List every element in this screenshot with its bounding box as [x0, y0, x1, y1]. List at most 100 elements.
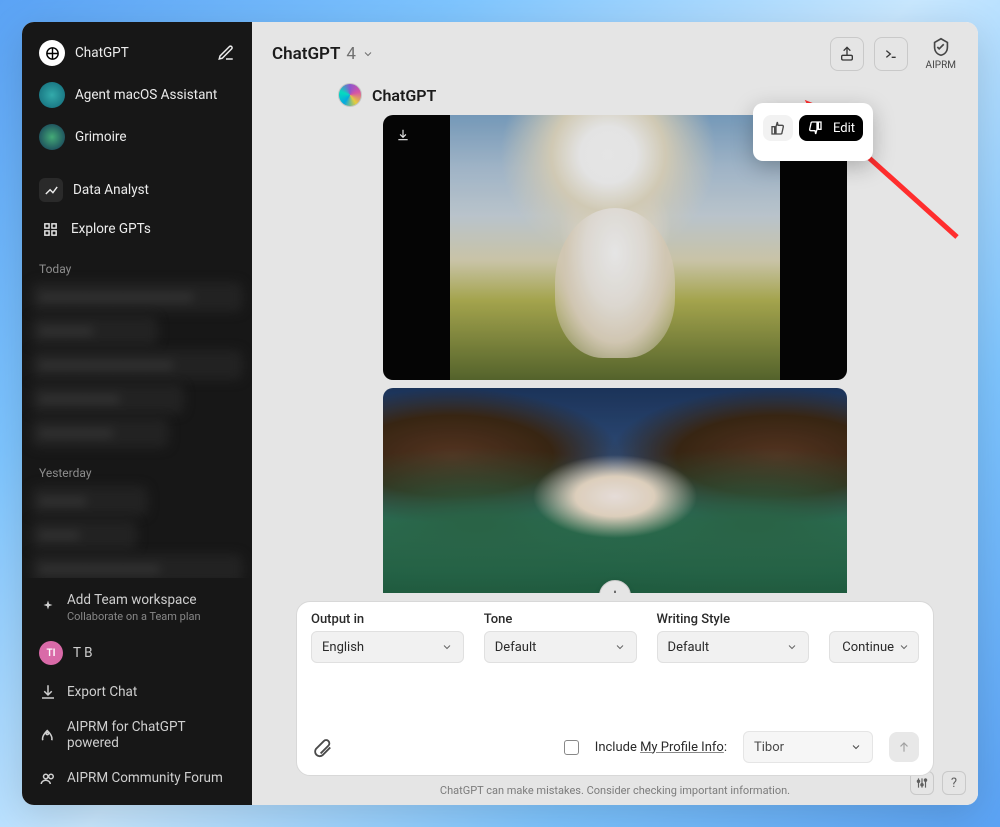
aiprm-label: AIPRM	[926, 60, 956, 71]
aiprm-powered-label: AIPRM for ChatGPT powered	[67, 719, 235, 751]
export-chat[interactable]: Export Chat	[31, 675, 243, 709]
app-window: ChatGPT Agent macOS Assistant Grimoire D…	[22, 22, 978, 805]
aiprm-powered[interactable]: AIPRM for ChatGPT powered	[31, 711, 243, 759]
output-in-label: Output in	[311, 612, 464, 627]
share-icon	[839, 46, 855, 62]
history-item[interactable]: xxxxxx	[31, 520, 137, 550]
edit-button[interactable]: Edit	[833, 121, 855, 136]
output-in-value: English	[322, 640, 364, 655]
download-icon	[39, 683, 57, 701]
new-chat-icon[interactable]	[217, 44, 235, 62]
add-team-sub: Collaborate on a Team plan	[67, 610, 201, 623]
include-profile-checkbox[interactable]	[564, 740, 579, 755]
chatgpt-logo-icon	[39, 40, 65, 66]
assistant-avatar	[338, 83, 362, 107]
output-in-select[interactable]: English	[311, 631, 464, 663]
model-name: ChatGPT	[272, 44, 340, 64]
model-version: 4	[346, 44, 356, 64]
sidebar-item-label: Data Analyst	[73, 182, 235, 198]
history-item[interactable]: xxxxxxxxxxxxxxxxxxxx	[31, 350, 243, 380]
agent-macos-icon	[39, 82, 65, 108]
disclaimer: ChatGPT can make mistakes. Consider chec…	[252, 784, 978, 805]
sparkle-icon	[39, 599, 57, 617]
download-image-button[interactable]	[391, 123, 415, 147]
image-content-1	[450, 115, 780, 380]
sidebar-item-grimoire[interactable]: Grimoire	[31, 116, 243, 158]
writing-style-value: Default	[668, 640, 710, 655]
main-pane: ChatGPT 4 AIPRM ChatGPT	[252, 22, 978, 805]
arrow-down-icon	[607, 588, 623, 593]
sidebar-item-label: Agent macOS Assistant	[75, 87, 235, 103]
data-analyst-icon	[39, 178, 63, 202]
sidebar: ChatGPT Agent macOS Assistant Grimoire D…	[22, 22, 252, 805]
help-button[interactable]: ?	[942, 771, 966, 795]
section-today: Today	[31, 248, 243, 282]
user-name: T B	[73, 645, 93, 661]
sidebar-app-label: ChatGPT	[75, 45, 207, 61]
assistant-name: ChatGPT	[372, 86, 436, 105]
sidebar-item-label: Grimoire	[75, 129, 235, 145]
profile-select[interactable]: Tibor	[743, 731, 873, 763]
terminal-button[interactable]	[874, 37, 908, 71]
tone-value: Default	[495, 640, 537, 655]
add-team-label: Add Team workspace	[67, 592, 201, 608]
attach-button[interactable]	[311, 736, 333, 758]
rocket-icon	[39, 726, 57, 744]
aiprm-icon	[930, 36, 952, 58]
thumbs-down-edit-group: Edit	[799, 115, 863, 141]
grimoire-icon	[39, 124, 65, 150]
history-item[interactable]: xxxxxxx	[31, 486, 148, 516]
history-item[interactable]: xxxxxxxxxxx	[31, 418, 169, 448]
chevron-down-icon	[850, 741, 862, 753]
include-profile-label: Include My Profile Info:	[595, 740, 727, 755]
sliders-icon	[915, 776, 929, 790]
terminal-icon	[883, 46, 899, 62]
explore-grid-icon	[39, 218, 61, 240]
section-yesterday: Yesterday	[31, 452, 243, 486]
send-button[interactable]	[889, 732, 919, 762]
topbar: ChatGPT 4 AIPRM	[252, 22, 978, 83]
generated-image-1: Edit	[383, 115, 847, 380]
export-chat-label: Export Chat	[67, 684, 137, 700]
share-button[interactable]	[830, 37, 864, 71]
history-item[interactable]: xxxxxxxxxxxxxxxxxx	[31, 554, 243, 578]
writing-style-label: Writing Style	[657, 612, 810, 627]
model-selector[interactable]: ChatGPT 4	[266, 40, 380, 68]
aiprm-forum-label: AIPRM Community Forum	[67, 770, 223, 786]
aiprm-forum[interactable]: AIPRM Community Forum	[31, 761, 243, 795]
chevron-down-icon	[786, 641, 798, 653]
user-avatar: TI	[39, 641, 63, 665]
feedback-popover: Edit	[753, 103, 873, 161]
chevron-down-icon	[362, 48, 374, 60]
continue-label: Continue	[842, 640, 894, 655]
add-team-workspace[interactable]: Add Team workspace Collaborate on a Team…	[31, 584, 243, 631]
my-profile-info-link[interactable]: My Profile Info	[640, 740, 724, 755]
continue-button[interactable]: Continue	[829, 631, 919, 663]
writing-style-select[interactable]: Default	[657, 631, 810, 663]
arrow-up-icon	[897, 740, 911, 754]
generated-image-2	[383, 388, 847, 593]
chevron-down-icon	[614, 641, 626, 653]
history-item[interactable]: xxxxxxxx	[31, 316, 158, 346]
thumbs-up-button[interactable]	[763, 115, 793, 141]
image-content-2	[383, 388, 847, 593]
tone-label: Tone	[484, 612, 637, 627]
download-icon	[396, 128, 410, 142]
chevron-down-icon	[441, 641, 453, 653]
sidebar-item-explore-gpts[interactable]: Explore GPTs	[31, 210, 243, 248]
composer: Output in English Tone Default Writing S…	[296, 601, 934, 776]
thumbs-down-icon[interactable]	[807, 120, 823, 136]
user-row[interactable]: TI T B	[31, 633, 243, 673]
history-item[interactable]: xxxxxxxxxxxx	[31, 384, 184, 414]
tone-select[interactable]: Default	[484, 631, 637, 663]
composer-input[interactable]	[311, 671, 919, 731]
history-item[interactable]: xxxxxxxxxxxxxxxxxxxxxxx	[31, 282, 243, 312]
profile-value: Tibor	[754, 740, 784, 755]
sidebar-item-label: Explore GPTs	[71, 221, 235, 237]
sidebar-item-agent-macos[interactable]: Agent macOS Assistant	[31, 74, 243, 116]
sidebar-app-row[interactable]: ChatGPT	[31, 32, 243, 74]
aiprm-button[interactable]: AIPRM	[918, 32, 964, 75]
sidebar-item-data-analyst[interactable]: Data Analyst	[31, 170, 243, 210]
thumbs-up-icon	[770, 120, 786, 136]
chevron-down-icon	[898, 641, 910, 653]
